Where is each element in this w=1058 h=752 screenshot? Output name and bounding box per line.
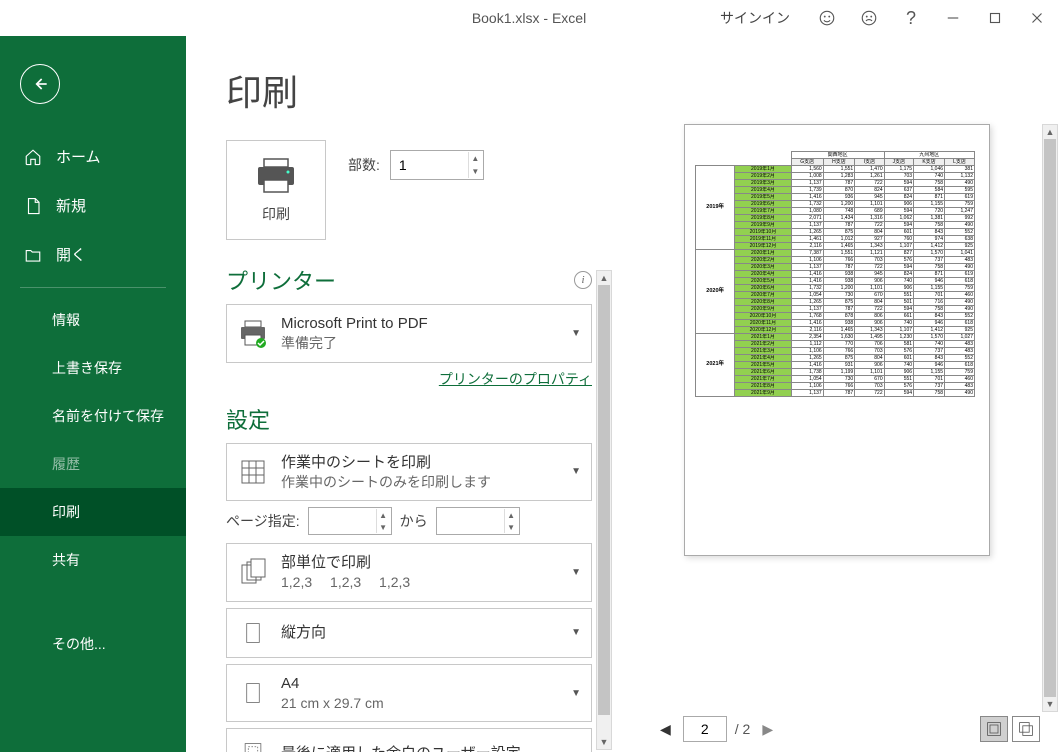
page-navigator: ◀ / 2 ▶ — [656, 716, 777, 742]
page-preview: 関西地区九州地区G支店H支店I支店J支店K支店L支店2019年2019年1月1,… — [684, 124, 990, 556]
page-to-input[interactable]: ▲▼ — [436, 507, 520, 535]
scroll-thumb[interactable] — [598, 285, 610, 715]
page-range-label: ページ指定: — [226, 511, 300, 531]
printer-icon — [237, 317, 269, 349]
help-icon[interactable]: ? — [890, 0, 932, 36]
print-scope-dropdown[interactable]: 作業中のシートを印刷作業中のシートのみを印刷します ▼ — [226, 443, 592, 502]
page-title: 印刷 — [226, 64, 592, 116]
sidebar-item-history[interactable]: 履歴 — [0, 440, 186, 488]
current-page-input[interactable] — [683, 716, 727, 742]
print-button[interactable]: 印刷 — [226, 140, 326, 240]
print-settings-pane: 印刷 印刷 部数: 1 ▲▼ プリンター i — [186, 36, 616, 752]
maximize-button[interactable] — [974, 0, 1016, 36]
backstage-sidebar: ホーム 新規 開く 情報 上書き保存 名前を付けて保存 履歴 印刷 共有 その他… — [0, 36, 186, 752]
next-page-button[interactable]: ▶ — [758, 719, 777, 740]
scroll-thumb[interactable] — [1044, 139, 1056, 697]
page-range-to-label: から — [400, 511, 428, 531]
sidebar-item-saveas[interactable]: 名前を付けて保存 — [0, 392, 186, 440]
copies-input[interactable]: 1 ▲▼ — [390, 150, 484, 180]
minimize-button[interactable] — [932, 0, 974, 36]
back-button[interactable] — [20, 64, 60, 104]
info-icon[interactable]: i — [574, 271, 592, 289]
sheet-icon — [237, 456, 269, 488]
signin-link[interactable]: サインイン — [720, 8, 790, 28]
sidebar-item-new[interactable]: 新規 — [0, 181, 186, 230]
scroll-down-icon[interactable]: ▼ — [1043, 697, 1057, 711]
chevron-down-icon: ▼ — [571, 466, 581, 477]
sidebar-item-home[interactable]: ホーム — [0, 132, 186, 181]
margins-dropdown[interactable]: 最後に適用した余白のユーザー設定 — [226, 728, 592, 752]
settings-heading: 設定 — [226, 403, 592, 435]
page-from-input[interactable]: ▲▼ — [308, 507, 392, 535]
chevron-down-icon: ▼ — [571, 328, 581, 339]
collate-icon — [237, 556, 269, 588]
scroll-down-icon[interactable]: ▼ — [597, 735, 611, 749]
page-total: / 2 — [735, 721, 751, 737]
printer-properties-link[interactable]: プリンターのプロパティ — [439, 371, 592, 387]
printer-dropdown[interactable]: Microsoft Print to PDF準備完了 ▼ — [226, 304, 592, 363]
chevron-down-icon: ▼ — [571, 567, 581, 578]
paper-icon — [237, 677, 269, 709]
spinner-down-icon[interactable]: ▼ — [468, 165, 482, 178]
collate-dropdown[interactable]: 部単位で印刷1,2,3 1,2,3 1,2,3 ▼ — [226, 543, 592, 602]
orientation-dropdown[interactable]: 縦方向 ▼ — [226, 608, 592, 658]
show-margins-button[interactable] — [980, 716, 1008, 742]
scroll-up-icon[interactable]: ▲ — [1043, 125, 1057, 139]
sidebar-item-save[interactable]: 上書き保存 — [0, 344, 186, 392]
smile-icon[interactable] — [806, 0, 848, 36]
sidebar-item-info[interactable]: 情報 — [0, 296, 186, 344]
paper-size-dropdown[interactable]: A421 cm x 29.7 cm ▼ — [226, 664, 592, 723]
titlebar: Book1.xlsx - Excel サインイン ? — [0, 0, 1058, 36]
chevron-down-icon: ▼ — [571, 688, 581, 699]
print-preview-pane: 関西地区九州地区G支店H支店I支店J支店K支店L支店2019年2019年1月1,… — [616, 36, 1058, 752]
close-button[interactable] — [1016, 0, 1058, 36]
sidebar-item-other[interactable]: その他... — [0, 620, 186, 668]
chevron-down-icon: ▼ — [571, 627, 581, 638]
sidebar-item-open[interactable]: 開く — [0, 230, 186, 279]
sidebar-item-print[interactable]: 印刷 — [0, 488, 186, 536]
zoom-page-button[interactable] — [1012, 716, 1040, 742]
printer-heading: プリンター i — [226, 264, 592, 296]
portrait-icon — [237, 617, 269, 649]
sidebar-divider — [20, 287, 166, 288]
preview-scrollbar[interactable]: ▲ ▼ — [1042, 124, 1058, 712]
frown-icon[interactable] — [848, 0, 890, 36]
margins-icon — [237, 737, 269, 752]
prev-page-button[interactable]: ◀ — [656, 719, 675, 740]
spinner-up-icon[interactable]: ▲ — [468, 152, 482, 165]
copies-label: 部数: — [348, 155, 380, 175]
scroll-up-icon[interactable]: ▲ — [597, 271, 611, 285]
window-title: Book1.xlsx - Excel — [472, 10, 586, 26]
settings-scrollbar[interactable]: ▲ ▼ — [596, 270, 612, 750]
sidebar-item-share[interactable]: 共有 — [0, 536, 186, 584]
